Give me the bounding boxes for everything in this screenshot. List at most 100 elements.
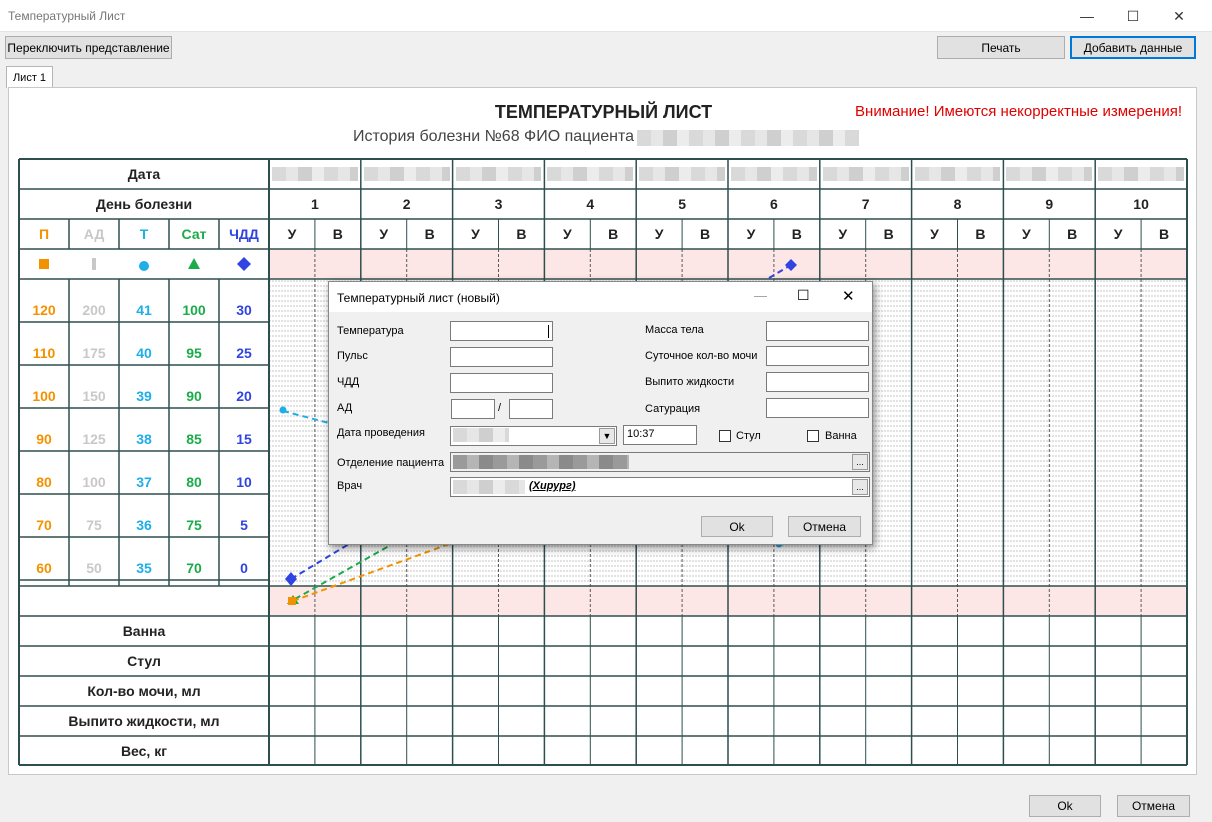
minimize-icon[interactable]: — — [1064, 0, 1110, 32]
morning-label: У — [379, 226, 389, 242]
evening-label: В — [1158, 226, 1170, 242]
evening-label: В — [1067, 226, 1078, 242]
time-input[interactable]: 10:37 — [623, 425, 697, 445]
pulse-label: Пульс — [337, 350, 368, 362]
bath-label: Ванна — [825, 430, 857, 442]
morning-label: У — [471, 226, 480, 242]
add-data-button[interactable]: Добавить данные — [1070, 36, 1196, 59]
scale-value: 80 — [36, 474, 52, 490]
ok-button[interactable]: Ok — [1029, 795, 1101, 817]
date-picker[interactable]: ▼ — [450, 426, 617, 446]
scale-value: 90 — [186, 388, 202, 404]
dialog-ok-button[interactable]: Ok — [701, 516, 773, 537]
window-titlebar: Температурный Лист — ☐ ✕ — [0, 0, 1212, 32]
bath-checkbox[interactable] — [807, 430, 819, 442]
scale-value: 36 — [136, 517, 152, 533]
ellipsis-icon[interactable]: ... — [852, 479, 868, 495]
day-number: 10 — [1133, 196, 1149, 212]
diamond-icon — [237, 257, 251, 271]
mass-input[interactable] — [766, 321, 869, 341]
weight-row-label: Вес, кг — [120, 743, 168, 759]
maximize-icon[interactable]: ☐ — [797, 287, 810, 304]
department-field[interactable]: ... — [450, 452, 870, 472]
close-icon[interactable]: ✕ — [842, 287, 855, 305]
print-button[interactable]: Печать — [937, 36, 1065, 59]
scale-value: 10 — [236, 474, 252, 490]
date-row-label: Дата — [127, 166, 161, 182]
scale-value: 35 — [136, 560, 152, 576]
switch-view-button[interactable]: Переключить представление — [5, 36, 172, 59]
saturation-label: Сатурация — [645, 403, 701, 415]
doctor-specialty: (Хирург) — [529, 480, 576, 492]
dialog-cancel-button[interactable]: Отмена — [788, 516, 861, 537]
chevron-down-icon[interactable]: ▼ — [599, 428, 615, 444]
ellipsis-icon[interactable]: ... — [852, 454, 868, 470]
cancel-button[interactable]: Отмена — [1117, 795, 1190, 817]
doctor-field[interactable]: (Хирург) ... — [450, 477, 870, 497]
scale-value: 0 — [240, 560, 248, 576]
date-redacted — [547, 167, 634, 181]
scale-value: 70 — [36, 517, 52, 533]
mass-label: Масса тела — [645, 324, 704, 336]
evening-label: В — [883, 226, 894, 242]
evening-label: В — [975, 226, 986, 242]
stool-label: Стул — [736, 430, 761, 442]
fluid-input[interactable] — [766, 372, 869, 392]
window-title: Температурный Лист — [8, 9, 126, 23]
bp-label: АД — [337, 402, 353, 414]
maximize-icon[interactable]: ☐ — [1110, 0, 1156, 32]
scale-value: 70 — [186, 560, 202, 576]
scale-value: 120 — [32, 302, 56, 318]
morning-label: У — [287, 226, 297, 242]
scale-value: 38 — [136, 431, 152, 447]
scale-value: 20 — [236, 388, 252, 404]
close-icon[interactable]: ✕ — [1156, 0, 1202, 32]
department-redacted — [453, 455, 629, 469]
morning-label: У — [654, 226, 664, 242]
day-number: 6 — [770, 196, 778, 212]
scale-value: 37 — [136, 474, 152, 490]
pulse-input[interactable] — [450, 347, 553, 367]
scale-value: 75 — [186, 517, 202, 533]
bp-diastolic-input[interactable] — [509, 399, 553, 419]
date-redacted — [363, 167, 450, 181]
scale-value: 60 — [36, 560, 52, 576]
temperature-input[interactable] — [450, 321, 553, 341]
triangle-icon — [188, 258, 200, 269]
date-redacted — [455, 167, 542, 181]
scale-value: 80 — [186, 474, 202, 490]
stool-checkbox[interactable] — [719, 430, 731, 442]
legend-key: П — [38, 226, 50, 242]
scale-value: 25 — [236, 345, 252, 361]
scale-value: 41 — [136, 302, 152, 318]
rr-input[interactable] — [450, 373, 553, 393]
department-label: Отделение пациента — [337, 457, 445, 469]
urine-input[interactable] — [766, 346, 869, 366]
saturation-input[interactable] — [766, 398, 869, 418]
day-number: 7 — [861, 196, 870, 212]
scale-value: 125 — [82, 431, 106, 447]
circle-icon — [139, 261, 149, 271]
scale-value: 90 — [36, 431, 52, 447]
morning-label: У — [838, 226, 848, 242]
date-redacted — [1006, 167, 1093, 181]
bar-icon — [92, 258, 96, 270]
doctor-label: Врач — [337, 480, 363, 492]
temperature-label: Температура — [337, 325, 404, 337]
morning-label: У — [562, 226, 572, 242]
rr-point — [285, 572, 297, 586]
day-number: 8 — [953, 196, 962, 212]
morning-label: У — [1113, 226, 1123, 242]
scale-value: 175 — [82, 345, 106, 361]
scale-value: 50 — [86, 560, 102, 576]
morning-label: У — [930, 226, 939, 242]
minimize-icon[interactable]: — — [754, 288, 767, 303]
bp-systolic-input[interactable] — [451, 399, 495, 419]
tab-sheet-1[interactable]: Лист 1 — [6, 66, 53, 88]
temperature-point — [279, 406, 287, 414]
scale-value: 150 — [82, 388, 106, 404]
date-redacted — [639, 167, 725, 181]
evening-label: В — [424, 226, 435, 242]
square-icon — [39, 259, 49, 269]
scale-value: 100 — [82, 474, 106, 490]
